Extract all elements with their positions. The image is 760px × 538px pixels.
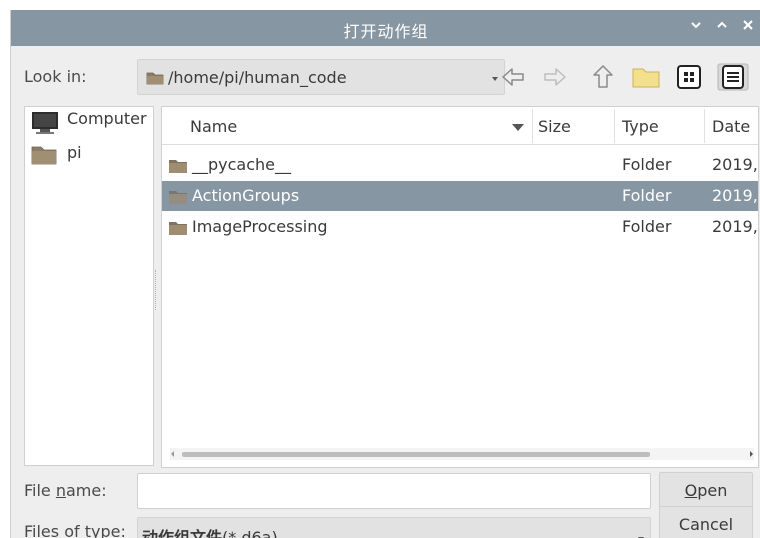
forward-icon[interactable]: [541, 63, 569, 91]
look-in-combo[interactable]: /home/pi/human_code: [137, 59, 505, 95]
folder-icon: [31, 145, 57, 169]
file-name-input[interactable]: [137, 473, 651, 509]
file-name: ImageProcessing: [192, 217, 328, 236]
file-type-value: 动作组文件(*.d6a): [142, 528, 278, 538]
file-list: Name Size Type Date __pycache__ Folder 2…: [161, 106, 759, 468]
scrollbar-thumb[interactable]: [182, 452, 650, 457]
column-header: Name Size Type Date: [162, 107, 758, 145]
scroll-right-icon[interactable]: [750, 451, 753, 457]
folder-icon: [168, 190, 188, 209]
sidebar-item-pi[interactable]: pi: [31, 143, 155, 167]
cancel-button[interactable]: Cancel: [659, 506, 753, 538]
file-type-label: Files of type:: [24, 522, 126, 538]
column-header-date[interactable]: Date: [712, 107, 750, 145]
file-dialog: 打开动作组 Look in: /home/pi/human_code Compu…: [10, 10, 760, 538]
title-bar[interactable]: 打开动作组: [11, 10, 760, 46]
file-row[interactable]: __pycache__ Folder 2019,: [162, 150, 758, 180]
new-folder-icon[interactable]: [631, 63, 660, 91]
file-row-selected[interactable]: ActionGroups Folder 2019,: [162, 181, 758, 211]
up-icon[interactable]: [589, 63, 617, 91]
column-divider[interactable]: [614, 109, 615, 143]
column-divider[interactable]: [532, 109, 533, 143]
file-type: Folder: [622, 186, 672, 205]
file-name: ActionGroups: [192, 186, 300, 205]
file-type-combo[interactable]: 动作组文件(*.d6a): [137, 517, 651, 538]
file-type: Folder: [622, 217, 672, 236]
column-header-type[interactable]: Type: [622, 107, 659, 145]
open-button[interactable]: Open: [659, 472, 753, 510]
look-in-label: Look in:: [24, 67, 87, 86]
close-icon[interactable]: [739, 17, 757, 37]
chevron-down-icon: [492, 77, 498, 81]
computer-icon: [31, 111, 59, 139]
file-date: 2019,: [712, 155, 758, 174]
file-name-label: File name:: [24, 481, 107, 500]
file-date: 2019,: [712, 186, 758, 205]
minimize-icon[interactable]: [687, 17, 705, 37]
window-title: 打开动作组: [343, 22, 429, 41]
list-view-icon[interactable]: [675, 63, 703, 91]
file-row[interactable]: ImageProcessing Folder 2019,: [162, 212, 758, 242]
file-name: __pycache__: [192, 155, 292, 174]
folder-icon: [168, 221, 188, 240]
folder-icon: [146, 71, 164, 89]
detail-view-icon[interactable]: [717, 63, 749, 91]
file-type: Folder: [622, 155, 672, 174]
file-date: 2019,: [712, 217, 758, 236]
column-divider[interactable]: [704, 109, 705, 143]
sidebar-item-label: pi: [67, 143, 82, 162]
back-icon[interactable]: [499, 63, 527, 91]
splitter-handle[interactable]: [155, 270, 158, 310]
scroll-left-icon[interactable]: [171, 451, 174, 457]
column-header-name[interactable]: Name: [190, 107, 237, 145]
sort-descending-icon: [512, 124, 524, 131]
places-sidebar: Computer pi: [24, 106, 154, 466]
look-in-path: /home/pi/human_code: [168, 68, 347, 87]
horizontal-scrollbar[interactable]: [170, 448, 754, 460]
folder-icon: [168, 159, 188, 178]
sidebar-item-computer[interactable]: Computer: [31, 109, 155, 134]
column-header-size[interactable]: Size: [538, 107, 571, 145]
sidebar-item-label: Computer: [67, 109, 147, 128]
maximize-icon[interactable]: [713, 17, 731, 37]
